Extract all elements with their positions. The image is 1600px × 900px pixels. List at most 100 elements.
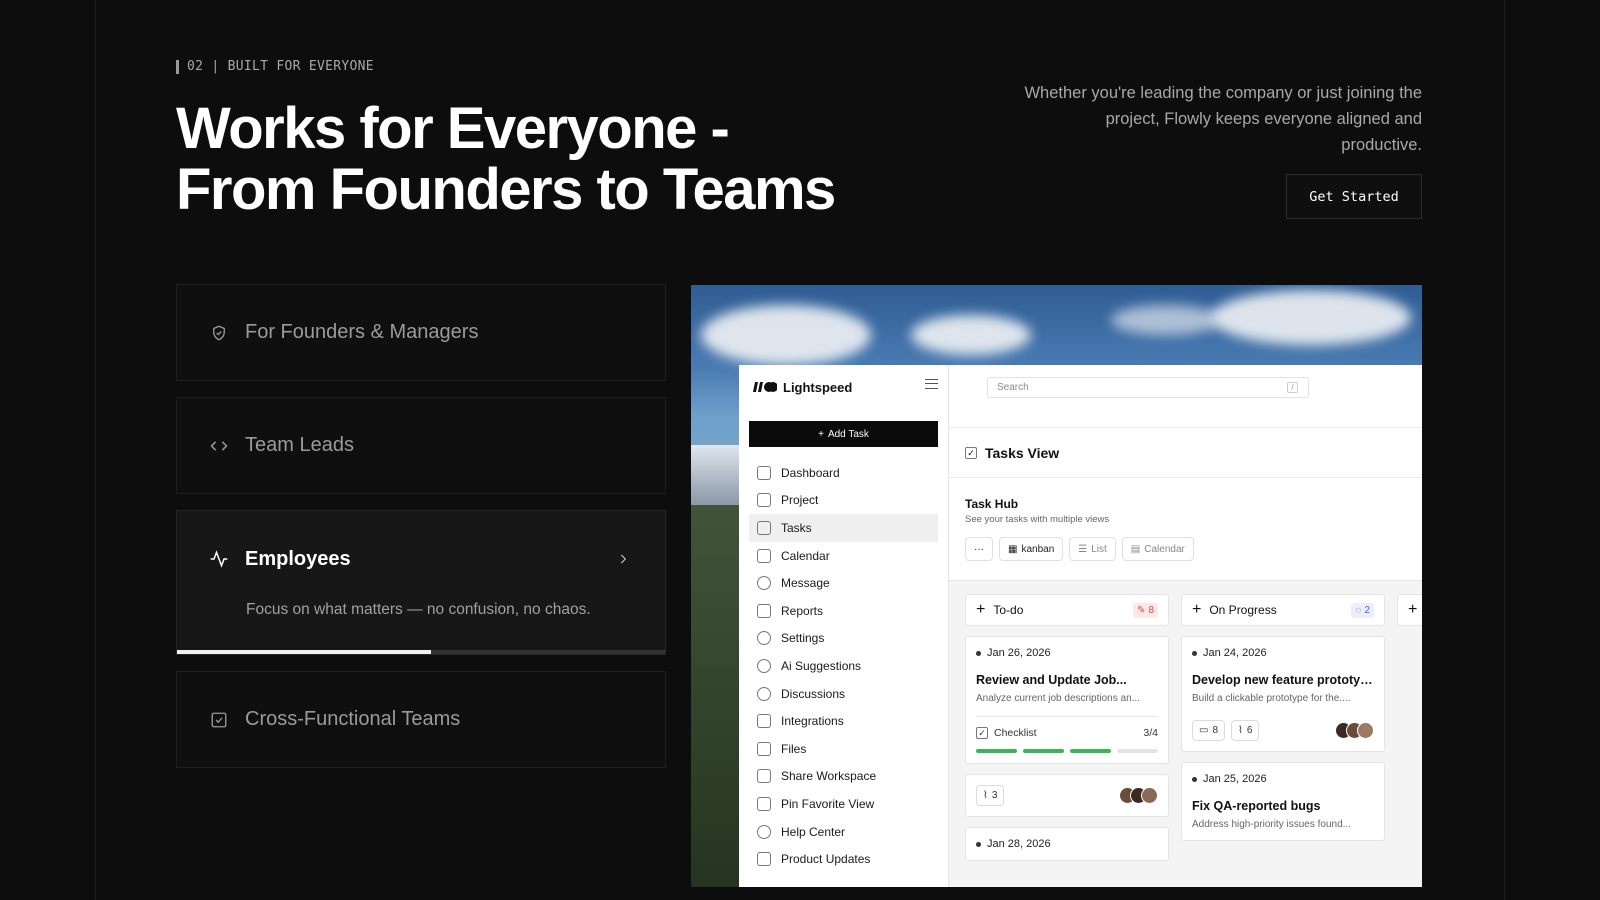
task-title: Review and Update Job... xyxy=(976,673,1127,687)
sidebar-item-label: Integrations xyxy=(781,714,844,729)
hub-subtitle: See your tasks with multiple views xyxy=(965,514,1110,525)
message-icon xyxy=(757,576,771,591)
sidebar-item-ai-suggestions[interactable]: Ai Suggestions xyxy=(749,652,938,680)
sidebar-item-integrations[interactable]: Integrations xyxy=(749,707,938,735)
list-view-button[interactable]: ☰ List xyxy=(1069,537,1116,561)
task-card[interactable]: Jan 24, 2026 Develop new feature prototy… xyxy=(1181,636,1385,752)
task-title: Develop new feature prototype xyxy=(1192,673,1374,687)
task-meta: ⌇ 3 xyxy=(976,785,1158,806)
plus-icon[interactable]: + xyxy=(1192,601,1201,619)
kanban-view-button[interactable]: ▦ kanban xyxy=(999,537,1064,561)
sidebar-item-dashboard[interactable]: Dashboard xyxy=(749,459,938,487)
sidebar-item-product-updates[interactable]: Product Updates xyxy=(749,845,938,873)
plus-icon: + xyxy=(818,428,824,440)
sidebar-item-label: Files xyxy=(781,741,807,756)
gear-icon xyxy=(757,631,771,646)
audience-item-employees[interactable]: Employees Focus on what matters — no con… xyxy=(176,510,666,655)
app-window: Lightspeed + Add Task Dashboard Project … xyxy=(739,365,1422,887)
app-main: Search / ✓ Tasks View Task Hub See your … xyxy=(949,365,1422,887)
checklist-progress xyxy=(976,749,1158,753)
sidebar-item-reports[interactable]: Reports xyxy=(749,597,938,625)
brand-name: Lightspeed xyxy=(783,379,853,395)
plus-icon[interactable]: + xyxy=(1408,601,1417,619)
sidebar-item-label: Project xyxy=(781,493,819,508)
lead-text: Whether you're leading the company or ju… xyxy=(1024,84,1422,154)
calendar-label: Calendar xyxy=(1144,543,1185,555)
hub-title: Task Hub xyxy=(965,497,1019,511)
chevron-right-icon[interactable] xyxy=(613,549,633,569)
search-placeholder: Search xyxy=(997,382,1029,393)
audience-item-header[interactable]: Cross-Functional Teams xyxy=(177,672,665,767)
audience-item-header[interactable]: Team Leads xyxy=(177,398,665,493)
assignee-avatars xyxy=(1119,787,1158,804)
task-description: Analyze current job descriptions an... xyxy=(976,693,1140,704)
audience-label: Team Leads xyxy=(245,434,354,456)
spinner-icon: ◌ xyxy=(1355,605,1362,616)
sidebar-item-label: Help Center xyxy=(781,824,846,839)
bar-chart-icon xyxy=(757,603,771,618)
audience-item-founders[interactable]: For Founders & Managers xyxy=(176,284,666,381)
get-started-button[interactable]: Get Started xyxy=(1286,174,1422,219)
divider xyxy=(949,427,1422,428)
list-label: List xyxy=(1091,543,1107,555)
column-count-badge: ◌ 2 xyxy=(1351,603,1374,618)
audience-item-header[interactable]: For Founders & Managers xyxy=(177,285,665,380)
divider xyxy=(949,477,1422,478)
help-icon xyxy=(757,824,771,839)
task-card[interactable]: Jan 28, 2026 xyxy=(965,827,1169,861)
task-checklist: ✓ Checklist 3/4 xyxy=(976,716,1158,739)
sidebar-item-message[interactable]: Message xyxy=(749,569,938,597)
task-date: Jan 25, 2026 xyxy=(1192,773,1374,785)
monitor-icon xyxy=(757,852,771,867)
sidebar-item-pin-favorite-view[interactable]: Pin Favorite View xyxy=(749,790,938,818)
code-icon xyxy=(209,436,229,456)
audience-progress-track xyxy=(177,650,665,654)
column-count: 8 xyxy=(1148,605,1154,616)
plus-icon[interactable]: + xyxy=(976,601,985,619)
page-title: Works for Everyone - From Founders to Te… xyxy=(176,98,876,220)
audience-item-cross-functional[interactable]: Cross-Functional Teams xyxy=(176,671,666,768)
column-title: To-do xyxy=(993,603,1024,617)
file-icon xyxy=(757,741,771,756)
shield-check-icon xyxy=(209,323,229,343)
more-icon: ··· xyxy=(974,543,984,555)
checklist-label: Checklist xyxy=(994,727,1037,739)
task-card[interactable]: ⌇ 3 xyxy=(965,774,1169,817)
menu-icon[interactable] xyxy=(925,379,938,389)
checkbox-icon: ✓ xyxy=(976,727,988,739)
search-input[interactable]: Search / xyxy=(987,377,1309,398)
sidebar-item-help-center[interactable]: Help Center xyxy=(749,818,938,846)
task-card[interactable]: Jan 25, 2026 Fix QA-reported bugs Addres… xyxy=(1181,762,1385,841)
checklist-segment xyxy=(1070,749,1111,753)
sidebar-item-files[interactable]: Files xyxy=(749,735,938,763)
task-card[interactable]: Jan 26, 2026 Review and Update Job... An… xyxy=(965,636,1169,764)
sidebar-item-label: Settings xyxy=(781,631,825,646)
sidebar-item-discussions[interactable]: Discussions xyxy=(749,680,938,708)
product-screenshot: Lightspeed + Add Task Dashboard Project … xyxy=(691,285,1422,887)
app-brand: Lightspeed xyxy=(749,365,948,409)
add-task-button[interactable]: + Add Task xyxy=(749,421,938,447)
sidebar-item-label: Reports xyxy=(781,603,824,618)
cloud xyxy=(701,305,871,365)
view-header: ✓ Tasks View xyxy=(965,445,1059,461)
column-title: On Progress xyxy=(1209,603,1277,617)
comments-badge: ▭ 8 xyxy=(1192,720,1226,741)
sidebar-item-share-workspace[interactable]: Share Workspace xyxy=(749,763,938,791)
sidebar-item-calendar[interactable]: Calendar xyxy=(749,542,938,570)
calendar-view-button[interactable]: ▤ Calendar xyxy=(1121,537,1194,561)
attachment-count: 6 xyxy=(1246,725,1253,736)
sidebar-item-project[interactable]: Project xyxy=(749,487,938,515)
audience-item-header[interactable]: Employees xyxy=(177,511,665,607)
sidebar-item-settings[interactable]: Settings xyxy=(749,625,938,653)
audience-item-team-leads[interactable]: Team Leads xyxy=(176,397,666,494)
comment-count: 8 xyxy=(1212,725,1219,736)
sidebar-item-tasks[interactable]: Tasks xyxy=(749,514,938,542)
checkbox-icon xyxy=(757,520,771,535)
audience-label: Employees xyxy=(245,547,351,570)
more-button[interactable]: ··· xyxy=(965,537,993,561)
pin-icon xyxy=(757,796,771,811)
avatar xyxy=(1141,787,1158,804)
checklist-segment xyxy=(976,749,1017,753)
kanban-column-on-progress: + On Progress ◌ 2 Jan 24, 2026 Develop ne… xyxy=(1181,594,1385,841)
column-count: 2 xyxy=(1364,605,1370,616)
